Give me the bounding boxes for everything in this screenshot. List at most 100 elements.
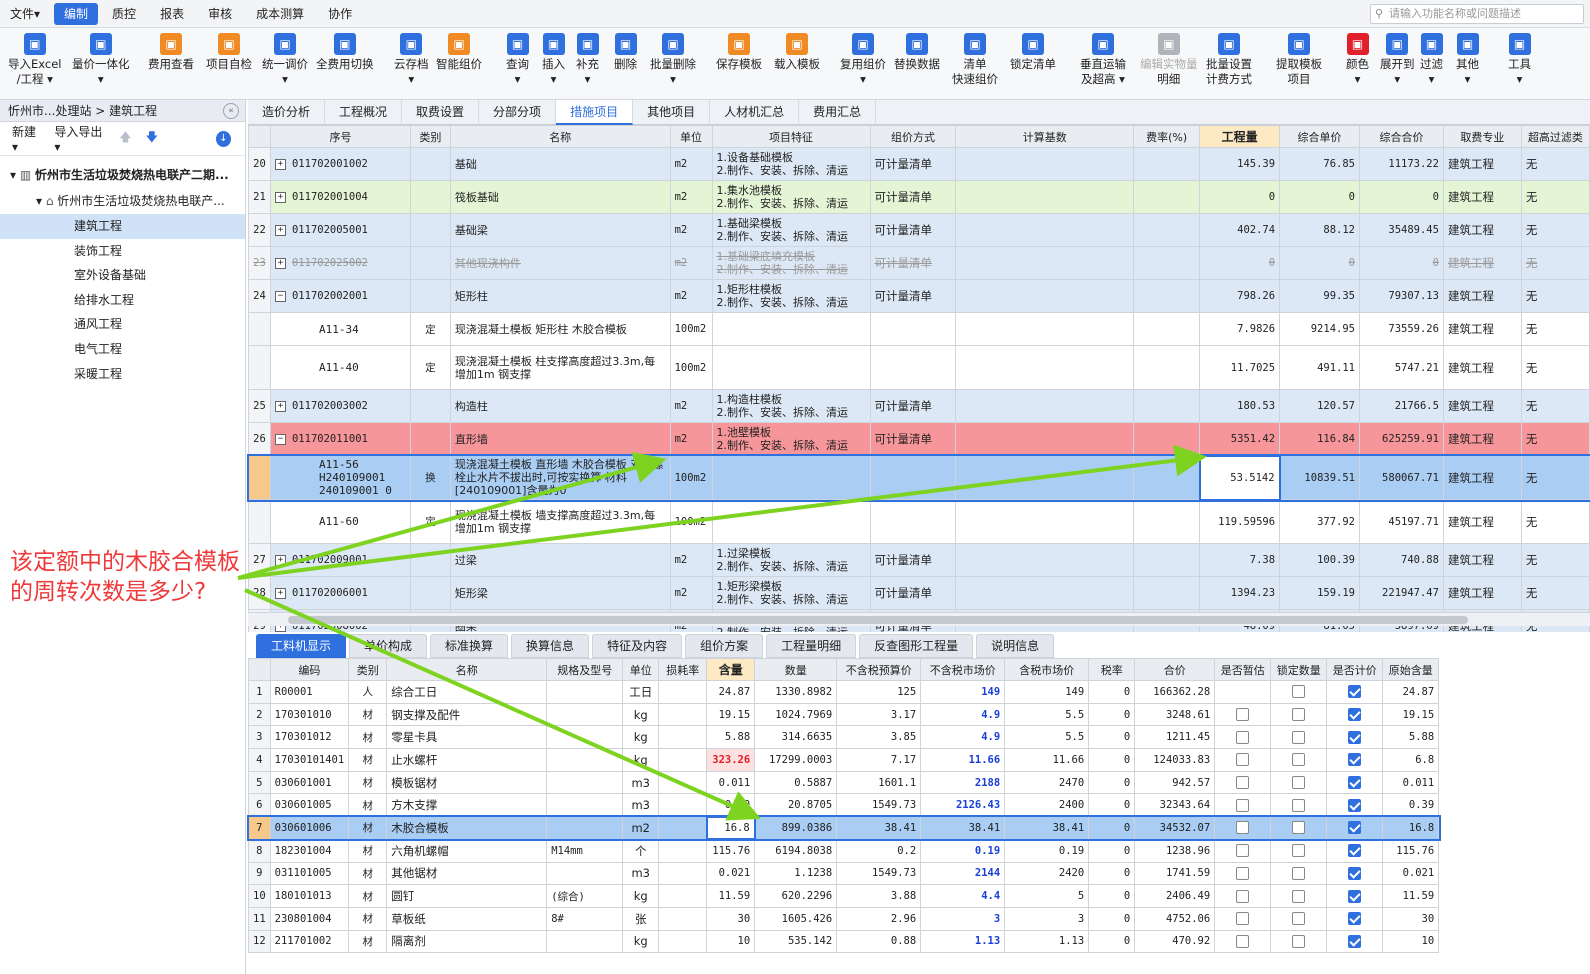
code-cell[interactable]: +011702006001 <box>269 576 411 610</box>
column-header[interactable]: 单位 <box>669 125 713 148</box>
column-header[interactable]: 序号 <box>269 125 411 148</box>
feature-cell[interactable] <box>711 499 871 544</box>
tree-item[interactable]: 电气工程 <box>0 337 245 362</box>
table-row[interactable]: 12 211701002 材隔离剂 kg 10 535.142 0.88 1.13 1.13 0 4… <box>248 929 1440 954</box>
lock-checkbox[interactable] <box>1292 889 1306 903</box>
column-header[interactable] <box>248 658 271 681</box>
code-cell[interactable]: −011702011001 <box>269 422 411 456</box>
quantity-cell[interactable]: 7.9826 <box>1199 312 1281 346</box>
quantity-cell[interactable]: 11.7025 <box>1199 345 1281 390</box>
import-export-button[interactable]: 导入导出▾ <box>54 123 105 154</box>
table-row[interactable]: 6 030601005 材方木支撑 m3 0.39 20.8705 1549.73 2126.… <box>248 793 1440 818</box>
feature-cell[interactable]: 1.集水池模板 2.制作、安装、拆除、清运 <box>711 180 871 214</box>
tree-item[interactable]: 建筑工程 <box>0 214 245 239</box>
subtab-8[interactable]: 说明信息 <box>976 634 1055 658</box>
quantity-cell[interactable]: 53.5142 <box>1198 454 1281 501</box>
tab-3[interactable]: 分部分项 <box>479 100 557 125</box>
column-header[interactable]: 类别 <box>348 658 388 681</box>
subtab-4[interactable]: 特征及内容 <box>592 634 683 658</box>
lock-checkbox[interactable] <box>1292 934 1306 948</box>
name-cell[interactable]: 现浇混凝土模板 矩形柱 木胶合模板 <box>449 312 671 346</box>
column-header[interactable]: 税率 <box>1088 658 1136 681</box>
lock-checkbox[interactable] <box>1292 912 1306 926</box>
code-cell[interactable]: A11-60 <box>269 499 411 544</box>
name-cell[interactable]: 构造柱 <box>449 389 671 423</box>
table-row[interactable]: 3 170301012 材零星卡具 kg 5.88 314.6635 3.85 4.9 5.5 0… <box>248 725 1440 750</box>
content-cell[interactable]: 24.87 <box>706 680 756 704</box>
table-row[interactable]: 7 030601006 材木胶合模板 m2 16.8 899.0386 38.41 38.41… <box>246 814 1441 842</box>
priced-checkbox[interactable] <box>1348 934 1362 948</box>
toolbar-button-22[interactable]: ▣ 提取模板 项目 <box>1276 30 1322 98</box>
priced-checkbox[interactable] <box>1348 912 1362 926</box>
table-row[interactable]: 27 +011702009001 过梁 m2 1.过梁模板 2.制作、安装、拆除、清运可… <box>248 543 1590 577</box>
tree-item[interactable]: 室外设备基础 <box>0 263 245 288</box>
table-row[interactable]: A11-34 定现浇混凝土模板 矩形柱 木胶合模板 100m2 7.9826 9214.… <box>248 312 1590 346</box>
column-header[interactable]: 项目特征 <box>711 125 871 148</box>
code-cell[interactable]: +011702001004 <box>269 180 411 214</box>
table-row[interactable]: 8 182301004 材六角机螺帽 M14mm 个 115.76 6194.8038 0.2… <box>248 838 1440 863</box>
subtab-1[interactable]: 单价构成 <box>349 634 428 658</box>
quantity-cell[interactable]: 402.74 <box>1199 213 1281 247</box>
content-cell[interactable]: 0.011 <box>706 770 756 795</box>
feature-cell[interactable]: 1.基础梁底填充模板 2.制作、安装、拆除、清运 <box>711 246 871 280</box>
toolbar-button-26[interactable]: ▣ 其他 ▾ <box>1456 30 1479 98</box>
estimate-checkbox[interactable] <box>1236 934 1250 948</box>
table-row[interactable]: A11-40 定现浇混凝土模板 柱支撑高度超过3.3m,每增加1m 钢支撑 100m… <box>248 345 1590 390</box>
code-cell[interactable]: +011702001002 <box>269 147 411 181</box>
toolbar-button-18[interactable]: ▣ 锁定清单 <box>1010 30 1056 98</box>
toolbar-button-4[interactable]: ▣ 统一调价 ▾ <box>262 30 308 98</box>
toolbar-button-7[interactable]: ▣ 智能组价 <box>436 30 482 98</box>
market-price-cell[interactable]: 4.4 <box>920 884 1006 908</box>
code-cell[interactable]: +011702003002 <box>269 389 411 423</box>
quantity-cell[interactable]: 1394.23 <box>1199 576 1281 610</box>
content-cell[interactable]: 16.8 <box>705 815 756 841</box>
expand-icon[interactable]: + <box>274 158 286 170</box>
estimate-checkbox[interactable] <box>1236 889 1250 903</box>
tab-0[interactable]: 造价分析 <box>248 100 326 125</box>
content-cell[interactable]: 323.26 <box>706 748 756 772</box>
column-header[interactable]: 取费专业 <box>1442 125 1522 148</box>
code-cell[interactable]: A11-34 <box>269 312 411 346</box>
lock-checkbox[interactable] <box>1292 708 1306 722</box>
estimate-checkbox[interactable] <box>1236 730 1250 744</box>
tree-item[interactable]: 通风工程 <box>0 312 245 337</box>
tab-4[interactable]: 措施项目 <box>556 100 634 125</box>
table-row[interactable]: 26−011702011001 直形墙 m2 1.池壁模板 2.制作、安装、拆除、清运… <box>248 422 1590 456</box>
estimate-checkbox[interactable] <box>1236 912 1250 926</box>
market-price-cell[interactable]: 149 <box>920 680 1006 704</box>
priced-checkbox[interactable] <box>1348 730 1362 744</box>
quantity-cell[interactable]: 0 <box>1199 180 1281 214</box>
content-cell[interactable]: 11.59 <box>706 884 756 908</box>
quantity-cell[interactable]: 798.26 <box>1199 279 1281 313</box>
priced-checkbox[interactable] <box>1348 821 1362 835</box>
estimate-checkbox[interactable] <box>1236 708 1250 722</box>
content-cell[interactable]: 10 <box>706 929 756 954</box>
name-cell[interactable]: 矩形梁 <box>449 576 671 610</box>
column-header[interactable]: 费率(%) <box>1133 125 1201 148</box>
column-header[interactable]: 含税市场价 <box>1004 658 1090 681</box>
code-cell[interactable]: −011702002001 <box>269 279 411 313</box>
name-cell[interactable]: 过梁 <box>449 543 671 577</box>
market-price-cell[interactable]: 2126.43 <box>920 793 1006 818</box>
estimate-checkbox[interactable] <box>1236 866 1250 880</box>
table-row[interactable]: 28 +011702006001 矩形梁 m2 1.矩形梁模板 2.制作、安装、拆除、清… <box>248 576 1590 610</box>
feature-cell[interactable]: 1.池壁模板 2.制作、安装、拆除、清运 <box>711 422 871 456</box>
toolbar-button-0[interactable]: ▣ 导入Excel/工程 ▾ <box>8 30 61 98</box>
lock-checkbox[interactable] <box>1292 753 1306 767</box>
menu-item-2[interactable]: 质控 <box>102 3 146 25</box>
quantity-cell[interactable]: 119.59596 <box>1199 499 1281 544</box>
menu-item-1[interactable]: 编制 <box>54 2 99 25</box>
move-up-icon[interactable]: 🡅 <box>119 128 131 149</box>
toolbar-button-2[interactable]: ▣ 费用查看 <box>148 30 194 98</box>
name-cell[interactable]: 矩形柱 <box>449 279 671 313</box>
lock-checkbox[interactable] <box>1292 821 1306 835</box>
menu-item-5[interactable]: 成本测算 <box>246 3 314 25</box>
quantity-cell[interactable]: 7.38 <box>1199 543 1281 577</box>
expand-icon[interactable]: + <box>274 400 286 412</box>
column-header[interactable]: 原始含量 <box>1382 658 1440 681</box>
expand-icon[interactable]: + <box>274 224 286 236</box>
toolbar-button-15[interactable]: ▣ 复用组价 ▾ <box>840 30 886 98</box>
estimate-checkbox[interactable] <box>1236 753 1250 767</box>
market-price-cell[interactable]: 4.9 <box>920 702 1006 727</box>
subtab-0[interactable]: 工料机显示 <box>256 634 347 658</box>
